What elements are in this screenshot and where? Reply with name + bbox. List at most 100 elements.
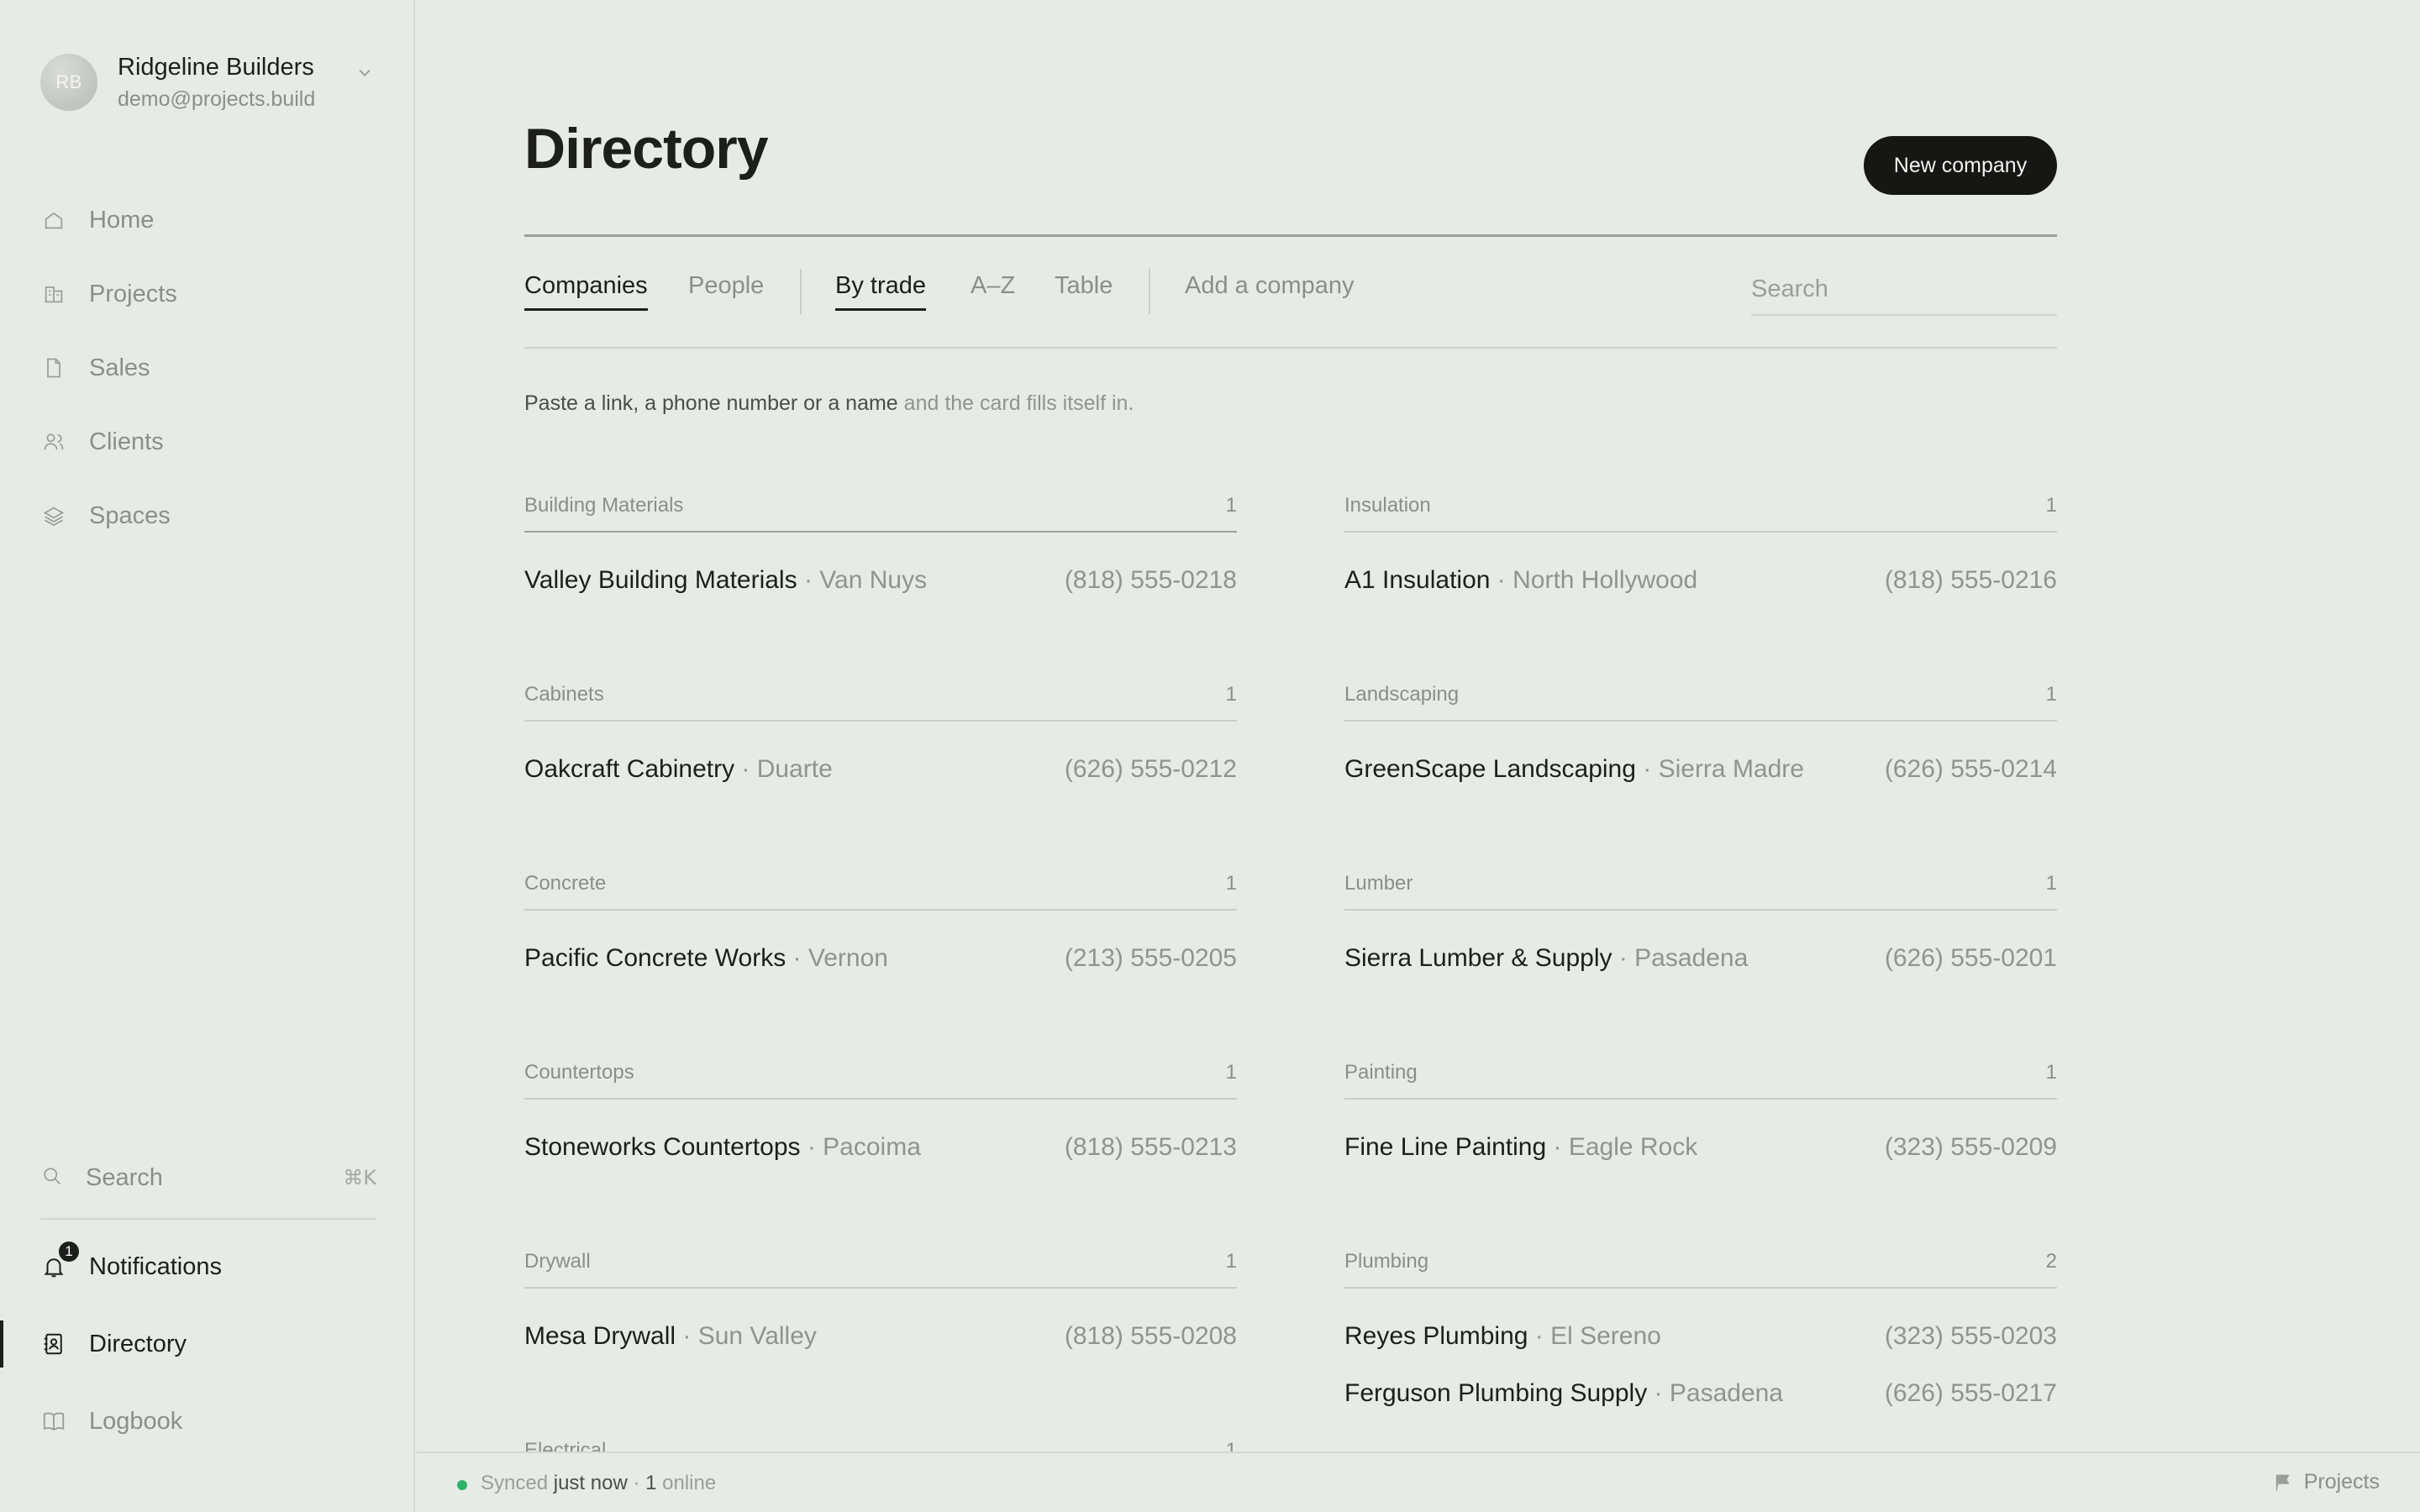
- company-row[interactable]: Ferguson Plumbing Supply · Pasadena (626)…: [1344, 1362, 2057, 1420]
- nav-item-logbook[interactable]: Logbook: [40, 1383, 393, 1460]
- account-switcher[interactable]: RB Ridgeline Builders demo@projects.buil…: [40, 52, 376, 114]
- trade-group-header[interactable]: Lumber 1: [1344, 860, 2057, 911]
- company-row[interactable]: Pacific Concrete Works · Vernon (213) 555…: [524, 927, 1237, 984]
- trade-group-header[interactable]: Countertops 1: [524, 1049, 1237, 1100]
- trade-name: Plumbing: [1344, 1250, 1429, 1273]
- nav-item-clients[interactable]: Clients: [40, 405, 376, 479]
- projects-link[interactable]: Projects: [2272, 1470, 2380, 1494]
- sidebar-search-label: Search: [86, 1163, 163, 1191]
- address-book-icon: [40, 1331, 67, 1357]
- sidebar-divider: [40, 1218, 376, 1220]
- company-row[interactable]: Stoneworks Countertops · Pacoima (818) 55…: [524, 1116, 1237, 1173]
- company-list: Valley Building Materials · Van Nuys (818…: [524, 533, 1237, 606]
- trade-name: Painting: [1344, 1061, 1418, 1084]
- trade-name: Insulation: [1344, 494, 1431, 517]
- online-count: 1: [645, 1472, 657, 1494]
- company-phone[interactable]: (818) 555-0218: [1065, 566, 1237, 595]
- nav-item-projects[interactable]: Projects: [40, 257, 376, 331]
- trade-group: Lumber 1 Sierra Lumber & Supply · Pasadena…: [1344, 860, 2057, 984]
- company-location: · Pasadena: [1647, 1379, 1783, 1407]
- new-company-button[interactable]: New company: [1864, 136, 2057, 195]
- nav-item-notifications[interactable]: 1 Notifications: [40, 1228, 393, 1305]
- trade-group: Plumbing 2 Reyes Plumbing · El Sereno (323)…: [1344, 1238, 2057, 1420]
- company-list: Stoneworks Countertops · Pacoima (818) 55…: [524, 1100, 1237, 1173]
- book-icon: [40, 1408, 67, 1435]
- trade-group-header[interactable]: Plumbing 2: [1344, 1238, 2057, 1289]
- nav-item-home[interactable]: Home: [40, 183, 376, 257]
- company-name: Oakcraft Cabinetry · Duarte: [524, 755, 833, 784]
- company-name-text: Stoneworks Countertops: [524, 1133, 801, 1161]
- company-phone[interactable]: (626) 555-0214: [1885, 755, 2057, 784]
- company-name: Stoneworks Countertops · Pacoima: [524, 1133, 921, 1162]
- company-row[interactable]: Valley Building Materials · Van Nuys (818…: [524, 549, 1237, 606]
- trade-group: Concrete 1 Pacific Concrete Works · Vernon…: [524, 860, 1237, 984]
- company-name: Valley Building Materials · Van Nuys: [524, 566, 927, 595]
- chevron-down-icon: [359, 70, 371, 76]
- users-icon: [40, 428, 67, 455]
- trade-count: 1: [2045, 872, 2057, 895]
- tab-people[interactable]: People: [688, 272, 764, 308]
- trade-group-header[interactable]: Landscaping 1: [1344, 671, 2057, 722]
- nav-item-sales[interactable]: Sales: [40, 331, 376, 405]
- company-row[interactable]: Reyes Plumbing · El Sereno (323) 555-0203: [1344, 1305, 2057, 1362]
- company-phone[interactable]: (818) 555-0216: [1885, 566, 2057, 595]
- company-name: Ferguson Plumbing Supply · Pasadena: [1344, 1379, 1783, 1408]
- trade-name: Concrete: [524, 872, 607, 895]
- home-icon: [40, 207, 67, 234]
- keyboard-shortcut: ⌘K: [343, 1166, 376, 1189]
- company-list: Mesa Drywall · Sun Valley (818) 555-0208: [524, 1289, 1237, 1362]
- company-name: A1 Insulation · North Hollywood: [1344, 566, 1697, 595]
- company-name: Fine Line Painting · Eagle Rock: [1344, 1133, 1697, 1162]
- company-phone[interactable]: (626) 555-0212: [1065, 755, 1237, 784]
- company-row[interactable]: GreenScape Landscaping · Sierra Madre (62…: [1344, 738, 2057, 795]
- trade-group-header[interactable]: Building Materials 1: [524, 482, 1237, 533]
- status-bar: Synced just now · 1 online Projects: [417, 1452, 2420, 1512]
- company-list: Sierra Lumber & Supply · Pasadena (626) 5…: [1344, 911, 2057, 984]
- trade-group-header[interactable]: Cabinets 1: [524, 671, 1237, 722]
- company-phone[interactable]: (626) 555-0201: [1885, 944, 2057, 973]
- company-location: · Sun Valley: [676, 1322, 817, 1350]
- nav-item-label: Directory: [89, 1330, 187, 1357]
- layers-icon: [40, 502, 67, 529]
- flag-icon: [2275, 1474, 2290, 1491]
- company-name-text: A1 Insulation: [1344, 566, 1491, 594]
- trade-group-header[interactable]: Concrete 1: [524, 860, 1237, 911]
- company-phone[interactable]: (213) 555-0205: [1065, 944, 1237, 973]
- company-phone[interactable]: (626) 555-0217: [1885, 1379, 2057, 1408]
- trade-count: 2: [2045, 1250, 2057, 1273]
- company-row[interactable]: Mesa Drywall · Sun Valley (818) 555-0208: [524, 1305, 1237, 1362]
- tab-table[interactable]: Table: [1055, 272, 1113, 308]
- trade-name: Cabinets: [524, 683, 604, 706]
- company-row[interactable]: Fine Line Painting · Eagle Rock (323) 555…: [1344, 1116, 2057, 1173]
- search-input[interactable]: [1751, 269, 2057, 309]
- tab-companies[interactable]: Companies: [524, 272, 648, 311]
- company-phone[interactable]: (818) 555-0213: [1065, 1133, 1237, 1162]
- trade-group-header[interactable]: Drywall 1: [524, 1238, 1237, 1289]
- account-email: demo@projects.build: [118, 87, 316, 111]
- nav-item-label: Projects: [89, 280, 177, 307]
- document-icon: [40, 354, 67, 381]
- company-phone[interactable]: (323) 555-0203: [1885, 1322, 2057, 1351]
- tab-by-trade[interactable]: By trade: [835, 272, 926, 311]
- hint-text-secondary: and the card fills itself in.: [897, 391, 1134, 415]
- notification-count-badge: 1: [57, 1240, 81, 1263]
- company-location: · El Sereno: [1528, 1322, 1661, 1350]
- company-name-text: Valley Building Materials: [524, 566, 797, 594]
- trade-group-header[interactable]: Insulation 1: [1344, 482, 2057, 533]
- nav-item-directory[interactable]: Directory: [0, 1305, 393, 1383]
- sidebar-search[interactable]: Search ⌘K: [40, 1158, 376, 1198]
- company-phone[interactable]: (323) 555-0209: [1885, 1133, 2057, 1162]
- trade-count: 1: [1225, 494, 1237, 517]
- company-row[interactable]: Sierra Lumber & Supply · Pasadena (626) 5…: [1344, 927, 2057, 984]
- tab-a-z[interactable]: A–Z: [971, 272, 1015, 308]
- avatar: RB: [40, 54, 97, 111]
- company-name-text: Pacific Concrete Works: [524, 944, 786, 972]
- company-phone[interactable]: (818) 555-0208: [1065, 1322, 1237, 1351]
- company-row[interactable]: Oakcraft Cabinetry · Duarte (626) 555-021…: [524, 738, 1237, 795]
- trade-group-header[interactable]: Painting 1: [1344, 1049, 2057, 1100]
- company-row[interactable]: A1 Insulation · North Hollywood (818) 555…: [1344, 549, 2057, 606]
- trade-count: 1: [2045, 494, 2057, 517]
- nav-item-spaces[interactable]: Spaces: [40, 479, 376, 553]
- add-company-link[interactable]: Add a company: [1185, 272, 1355, 308]
- company-name-text: GreenScape Landscaping: [1344, 755, 1636, 783]
